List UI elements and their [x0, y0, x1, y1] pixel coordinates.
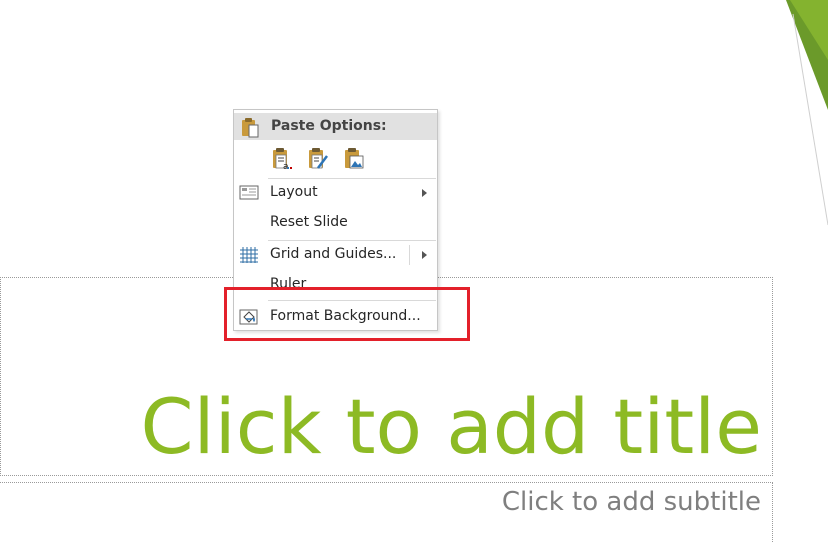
- menu-item-reset-slide[interactable]: Reset Slide: [234, 210, 437, 236]
- submenu-arrow-icon[interactable]: [422, 251, 427, 259]
- menu-item-layout[interactable]: Layout: [234, 180, 437, 206]
- menu-item-label: Grid and Guides...: [270, 246, 397, 262]
- split-separator: [409, 245, 410, 265]
- paste-keep-source-formatting-button[interactable]: [306, 146, 330, 172]
- paste-options-label: Paste Options:: [271, 118, 387, 134]
- clipboard-brush-icon: [309, 148, 328, 169]
- paste-picture-button[interactable]: [342, 146, 366, 172]
- layout-icon: [239, 185, 259, 200]
- menu-item-grid-and-guides[interactable]: Grid and Guides...: [234, 242, 437, 268]
- highlight-box: [224, 287, 470, 341]
- menu-separator: [268, 240, 436, 241]
- submenu-arrow-icon: [422, 189, 427, 197]
- clipboard-text-icon: a: [273, 148, 292, 172]
- grid-icon: [240, 247, 258, 263]
- menu-item-label: Reset Slide: [270, 214, 348, 230]
- menu-item-label: Layout: [270, 184, 318, 200]
- clipboard-picture-icon: [345, 148, 364, 169]
- title-placeholder-text[interactable]: Click to add title: [140, 380, 762, 474]
- subtitle-placeholder-text[interactable]: Click to add subtitle: [502, 486, 761, 518]
- menu-separator: [268, 178, 436, 179]
- paste-options-header: Paste Options:: [234, 113, 437, 140]
- paste-use-destination-theme-button[interactable]: a: [270, 146, 294, 172]
- clipboard-icon: [242, 118, 259, 138]
